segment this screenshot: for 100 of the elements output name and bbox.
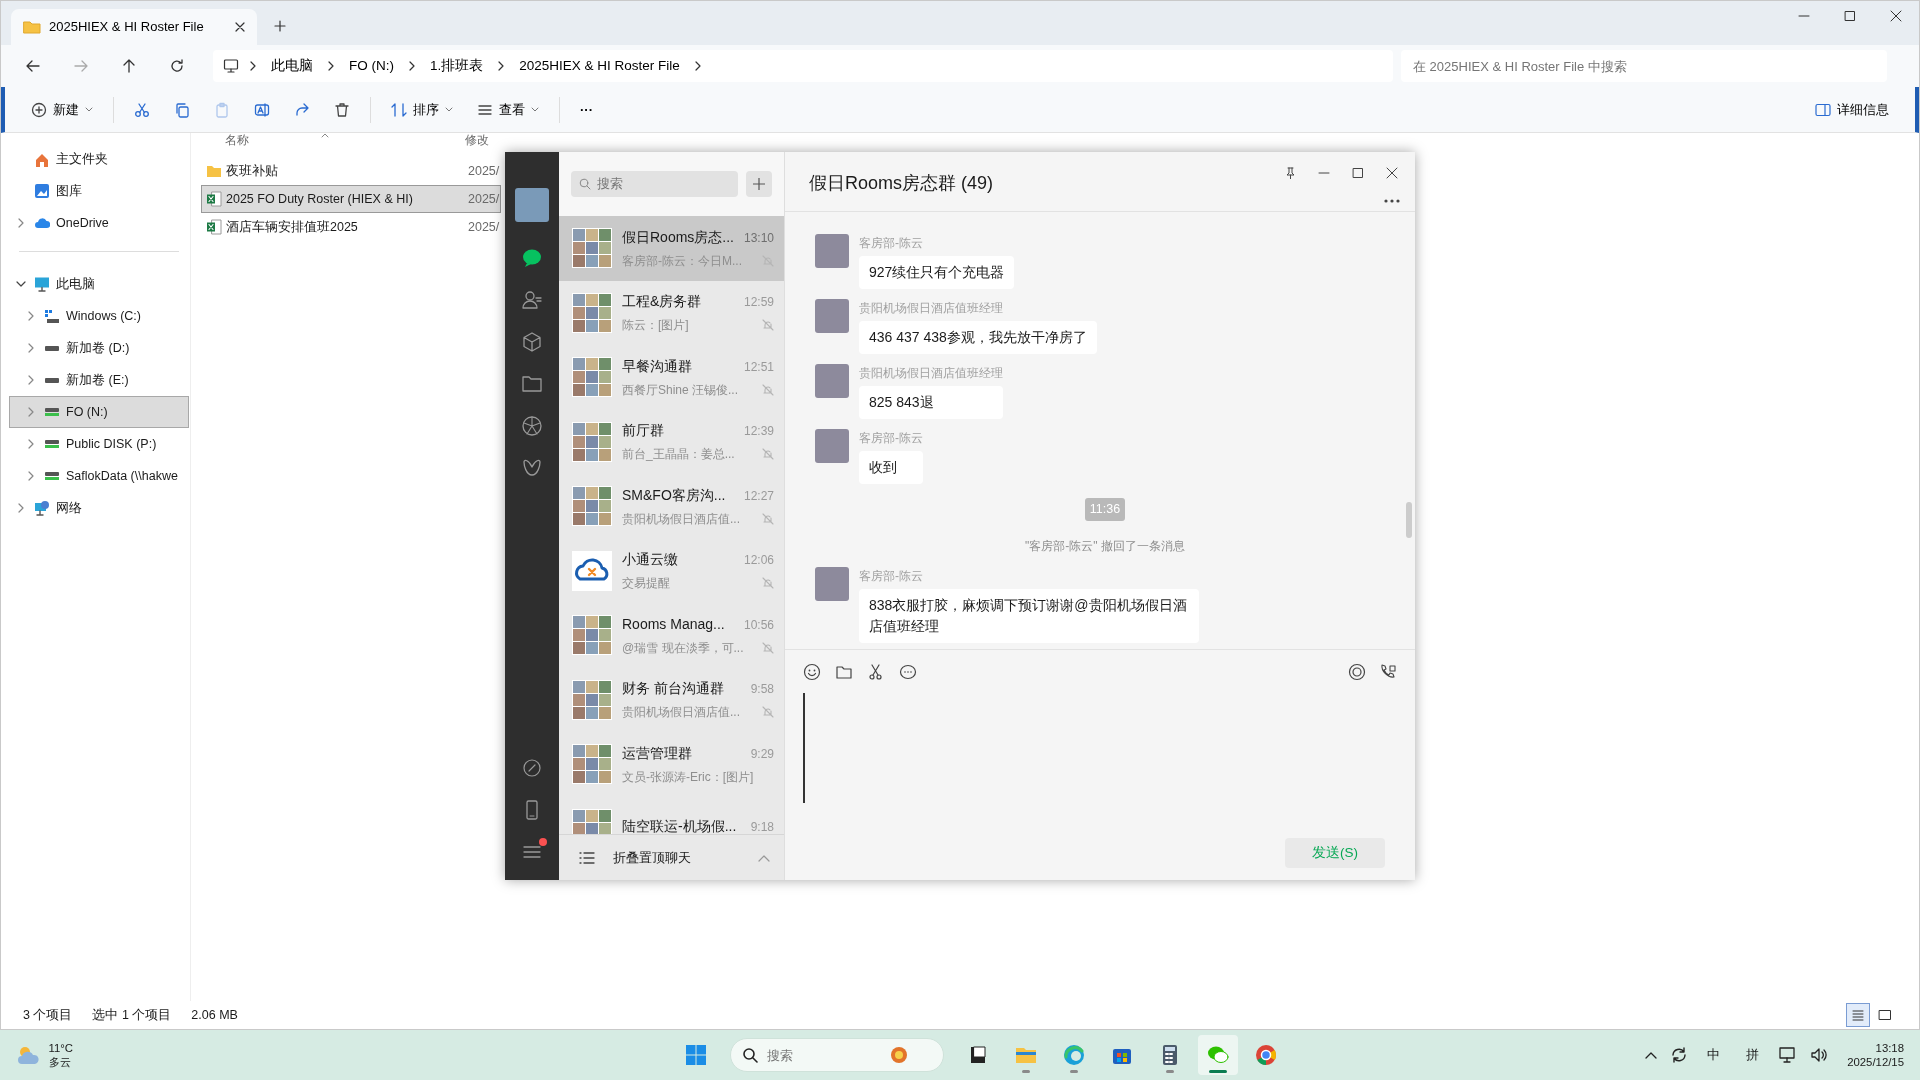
chat-preview: 陈云：[图片] <box>622 317 689 335</box>
nav-item[interactable]: 新加卷 (D:) <box>9 332 189 364</box>
chat-item[interactable]: 早餐沟通群 12:51 西餐厅Shine 汪锡俊... <box>559 345 784 410</box>
chat-item[interactable]: 工程&房务群 12:59 陈云：[图片] <box>559 280 784 345</box>
chat-time: 12:39 <box>743 423 774 441</box>
nav-item[interactable]: 新加卷 (E:) <box>9 364 189 396</box>
group-avatar <box>572 228 612 269</box>
plus-icon <box>753 178 765 190</box>
chevron-right-icon[interactable] <box>26 343 36 353</box>
message-bubble: 436 437 438参观，我先放干净房了 <box>859 321 1097 354</box>
fold-pinned-link[interactable]: 折叠置顶聊天 <box>613 847 740 868</box>
chat-name: 工程&房务群 <box>622 292 702 312</box>
new-menu-button[interactable]: 新建 <box>21 92 103 127</box>
add-button[interactable] <box>746 171 772 197</box>
view-menu-button[interactable]: 查看 <box>467 92 549 127</box>
spreadsheet-icon <box>206 191 222 207</box>
chevron-right-icon[interactable] <box>16 218 26 228</box>
chat-app-button[interactable] <box>1198 1035 1238 1075</box>
file-row[interactable]: 2025 FO Duty Roster (HIEX & HI) 2025/ <box>201 185 501 213</box>
nav-item[interactable]: OneDrive <box>9 207 189 239</box>
nav-item[interactable]: 网络 <box>9 492 189 524</box>
chevron-right-icon[interactable] <box>26 375 36 385</box>
chat-time: 9:29 <box>750 745 774 763</box>
nav-item[interactable]: Public DISK (P:) <box>9 428 189 460</box>
clock-time[interactable]: 13:18 <box>1847 1040 1904 1055</box>
group-avatar <box>572 615 612 656</box>
clock-date[interactable]: 2025/12/15 <box>1847 1055 1904 1070</box>
sort-icon <box>391 101 407 118</box>
search-field[interactable]: 搜索 <box>571 171 738 197</box>
live-button[interactable] <box>1348 662 1366 681</box>
arrow-left-icon <box>25 58 41 74</box>
chat-item[interactable]: 运营管理群 9:29 文员-张源涛-Eric：[图片] <box>559 732 784 797</box>
smiley-icon <box>803 662 821 681</box>
nav-item[interactable]: SaflokData (\\hakwe <box>9 460 189 492</box>
chevron-right-icon <box>249 61 257 71</box>
windows-logo-icon <box>685 1044 707 1066</box>
nav-item[interactable]: 此电脑 <box>9 268 189 300</box>
nav-item[interactable]: Windows (C:) <box>9 300 189 332</box>
chat-item[interactable]: 前厅群 12:39 前台_王晶晶：姜总... <box>559 409 784 474</box>
user-avatar <box>815 299 849 333</box>
volume-icon[interactable] <box>1809 1047 1828 1063</box>
nav-item[interactable]: FO (N:) <box>9 396 189 428</box>
breadcrumb-item[interactable]: 此电脑 <box>267 55 317 77</box>
chevron-right-icon[interactable] <box>26 407 36 417</box>
chevron-right-icon[interactable] <box>16 503 26 513</box>
input-method-indicator[interactable]: 拼 <box>1739 1045 1766 1065</box>
input-method-indicator[interactable]: 中 <box>1700 1045 1727 1065</box>
group-avatar <box>572 744 612 785</box>
chat-preview: 文员-张源涛-Eric：[图片] <box>622 768 754 786</box>
search-field[interactable]: 搜索 <box>730 1038 944 1072</box>
details-button[interactable]: 详细信息 <box>1805 92 1899 127</box>
breadcrumb-item[interactable]: 1.排班表 <box>426 55 488 77</box>
chat-item[interactable]: Rooms Manag... 10:56 @瑞雪 现在淡季，可... <box>559 603 784 668</box>
chevron-right-icon <box>408 61 416 71</box>
more-button[interactable]: ··· <box>570 92 603 127</box>
sender-name: 贵阳机场假日酒店值班经理 <box>859 365 1003 382</box>
running-indicator <box>1022 1070 1030 1073</box>
chevron-right-icon[interactable] <box>26 471 36 481</box>
chat-item[interactable]: 小通云缴 12:06 交易提醒 <box>559 538 784 603</box>
chat-item[interactable]: SM&FO客房沟... 12:27 贵阳机场假日酒店值... <box>559 474 784 539</box>
chat-item[interactable]: 财务 前台沟通群 9:58 贵阳机场假日酒店值... <box>559 667 784 732</box>
breadcrumb-item[interactable]: FO (N:) <box>345 55 398 77</box>
breadcrumb-item[interactable]: 2025HIEX & HI Roster File <box>515 55 684 77</box>
browser-icon <box>1062 1043 1086 1067</box>
chevron-right-icon[interactable] <box>26 311 36 321</box>
sort-menu-button[interactable]: 排序 <box>381 92 463 127</box>
drive-icon <box>45 345 59 351</box>
screenshot-button[interactable] <box>867 662 885 681</box>
chat-time: 9:58 <box>750 681 774 699</box>
window-tab[interactable]: 2025HIEX & HI Roster File <box>11 9 257 45</box>
user-avatar <box>815 429 849 463</box>
monitor-icon[interactable] <box>1778 1047 1797 1063</box>
search-field[interactable]: 在 2025HIEX & HI Roster File 中搜索 <box>1401 50 1887 82</box>
chevron-up-icon[interactable] <box>1644 1051 1657 1059</box>
folder-icon <box>206 164 222 178</box>
chat-name: 财务 前台沟通群 <box>622 679 724 699</box>
nav-item[interactable]: 主文件夹 <box>9 143 189 175</box>
trash-icon <box>334 101 350 118</box>
column-header[interactable]: 名称 <box>225 133 321 147</box>
close-icon[interactable] <box>235 22 245 32</box>
file-row[interactable]: 夜班补贴 2025/ <box>201 157 501 185</box>
chat-time: 9:18 <box>750 819 774 834</box>
home-icon <box>34 151 50 167</box>
chevron-down-icon[interactable] <box>16 279 26 289</box>
caret-icon <box>531 106 539 113</box>
sync-icon[interactable] <box>1669 1046 1688 1064</box>
chat-history-button[interactable] <box>899 662 917 681</box>
chat-item[interactable]: 陆空联运-机场假... 9:18 <box>559 796 784 834</box>
file-row[interactable]: 酒店车辆安排值班2025 2025/ <box>201 213 501 241</box>
scrollbar-thumb[interactable] <box>1406 502 1412 538</box>
chevron-right-icon[interactable] <box>26 439 36 449</box>
emoji-button[interactable] <box>803 662 821 681</box>
sender-name: 客房部-陈云 <box>859 235 924 252</box>
column-header[interactable]: 修改 <box>465 133 489 147</box>
folder-icon <box>23 20 41 34</box>
message-bubble: 838衣服打胶，麻烦调下预订谢谢@贵阳机场假日酒店值班经理 <box>859 588 1199 643</box>
nav-item[interactable]: 图库 <box>9 175 189 207</box>
user-avatar <box>815 234 849 268</box>
call-button[interactable] <box>1379 662 1397 681</box>
caret-icon <box>445 106 453 113</box>
